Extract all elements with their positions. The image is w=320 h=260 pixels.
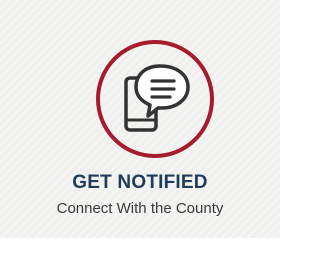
card-subtitle: Connect With the County	[56, 200, 224, 217]
icon-circle	[96, 40, 214, 158]
card-title[interactable]: GET NOTIFIED	[0, 172, 280, 194]
get-notified-card[interactable]: GET NOTIFIED Connect With the County	[0, 0, 280, 238]
phone-message-icon	[124, 64, 190, 132]
